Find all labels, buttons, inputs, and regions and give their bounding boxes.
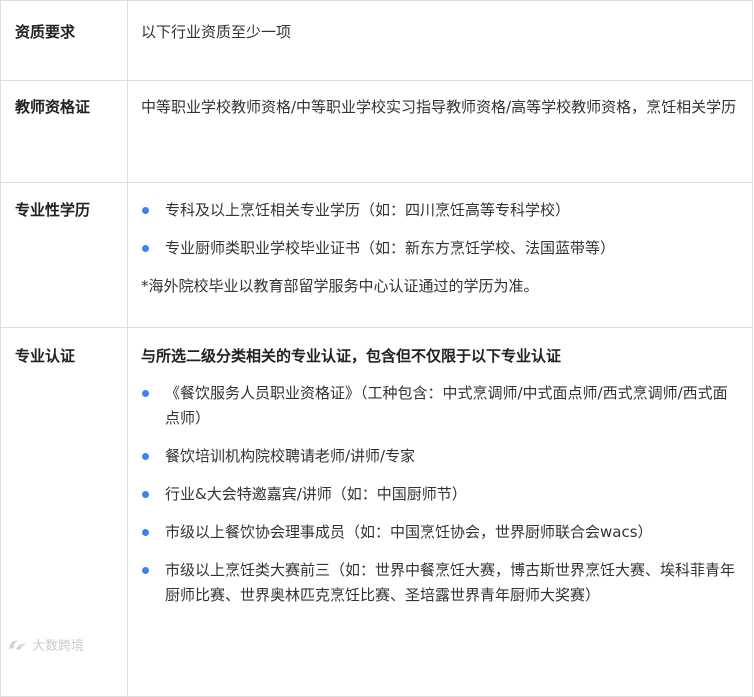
row-content-professional-degree: 专科及以上烹饪相关专业学历（如：四川烹饪高等专科学校） 专业厨师类职业学校毕业证… bbox=[127, 182, 753, 328]
bullet-icon bbox=[142, 390, 149, 397]
list-item: 市级以上餐饮协会理事成员（如：中国烹饪协会，世界厨师联合会wacs） bbox=[141, 520, 740, 545]
bullet-icon bbox=[142, 245, 149, 252]
bullet-icon bbox=[142, 529, 149, 536]
bullet-icon bbox=[142, 567, 149, 574]
list-item: 专业厨师类职业学校毕业证书（如：新东方烹饪学校、法国蓝带等） bbox=[141, 236, 740, 261]
row-label-requirement: 资质要求 bbox=[0, 0, 128, 81]
row-label-teacher-certificate: 教师资格证 bbox=[0, 80, 128, 183]
certification-list: 《餐饮服务人员职业资格证》（工种包含：中式烹调师/中式面点师/西式烹调师/西式面… bbox=[141, 381, 740, 608]
table-row-teacher-certificate: 教师资格证 中等职业学校教师资格/中等职业学校实习指导教师资格/高等学校教师资格… bbox=[0, 80, 753, 183]
brand-logo-icon bbox=[9, 640, 26, 650]
table-row-requirement: 资质要求 以下行业资质至少一项 bbox=[0, 0, 753, 81]
row-content-teacher-certificate: 中等职业学校教师资格/中等职业学校实习指导教师资格/高等学校教师资格，烹饪相关学… bbox=[127, 80, 753, 183]
bullet-icon bbox=[142, 491, 149, 498]
bullet-icon bbox=[142, 207, 149, 214]
list-item-text: 市级以上餐饮协会理事成员（如：中国烹饪协会，世界厨师联合会wacs） bbox=[165, 523, 653, 541]
watermark-text: 大数跨境 bbox=[32, 639, 85, 654]
list-item-text: 餐饮培训机构院校聘请老师/讲师/专家 bbox=[165, 447, 416, 465]
table-row-professional-certification: 专业认证 与所选二级分类相关的专业认证，包含但不仅限于以下专业认证 《餐饮服务人… bbox=[0, 327, 753, 697]
list-item-text: 专业厨师类职业学校毕业证书（如：新东方烹饪学校、法国蓝带等） bbox=[165, 239, 616, 257]
degree-note: *海外院校毕业以教育部留学服务中心认证通过的学历为准。 bbox=[141, 277, 539, 295]
list-item: 《餐饮服务人员职业资格证》（工种包含：中式烹调师/中式面点师/西式烹调师/西式面… bbox=[141, 381, 740, 431]
list-item: 行业&大会特邀嘉宾/讲师（如：中国厨师节） bbox=[141, 482, 740, 507]
list-item-text: 市级以上烹饪类大赛前三（如：世界中餐烹饪大赛，博古斯世界烹饪大赛、埃科菲青年厨师… bbox=[165, 561, 736, 604]
list-item-text: 专科及以上烹饪相关专业学历（如：四川烹饪高等专科学校） bbox=[165, 201, 571, 219]
row-content-requirement: 以下行业资质至少一项 bbox=[127, 0, 753, 81]
list-item: 市级以上烹饪类大赛前三（如：世界中餐烹饪大赛，博古斯世界烹饪大赛、埃科菲青年厨师… bbox=[141, 558, 740, 608]
list-item: 餐饮培训机构院校聘请老师/讲师/专家 bbox=[141, 444, 740, 469]
bullet-icon bbox=[142, 453, 149, 460]
list-item-text: 行业&大会特邀嘉宾/讲师（如：中国厨师节） bbox=[165, 485, 467, 503]
row-label-professional-degree: 专业性学历 bbox=[0, 182, 128, 328]
list-item: 专科及以上烹饪相关专业学历（如：四川烹饪高等专科学校） bbox=[141, 198, 740, 223]
degree-list: 专科及以上烹饪相关专业学历（如：四川烹饪高等专科学校） 专业厨师类职业学校毕业证… bbox=[141, 198, 740, 261]
table-row-professional-degree: 专业性学历 专科及以上烹饪相关专业学历（如：四川烹饪高等专科学校） 专业厨师类职… bbox=[0, 182, 753, 328]
certification-intro: 与所选二级分类相关的专业认证，包含但不仅限于以下专业认证 bbox=[141, 347, 562, 365]
list-item-text: 《餐饮服务人员职业资格证》（工种包含：中式烹调师/中式面点师/西式烹调师/西式面… bbox=[165, 384, 728, 427]
row-content-professional-certification: 与所选二级分类相关的专业认证，包含但不仅限于以下专业认证 《餐饮服务人员职业资格… bbox=[127, 327, 753, 697]
watermark: 大数跨境 bbox=[6, 635, 84, 654]
qualification-table: 资质要求 以下行业资质至少一项 教师资格证 中等职业学校教师资格/中等职业学校实… bbox=[0, 0, 753, 697]
